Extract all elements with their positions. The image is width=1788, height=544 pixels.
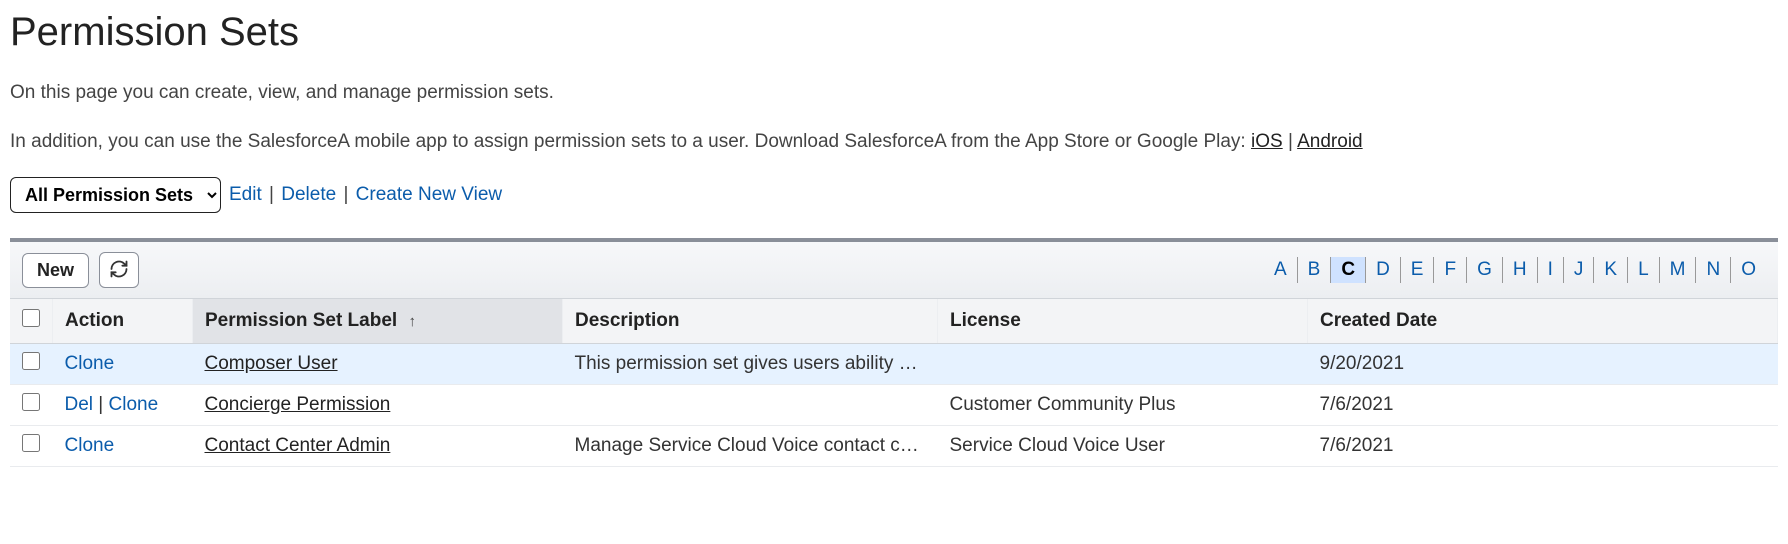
alpha-letter-o[interactable]: O (1731, 257, 1766, 283)
header-action[interactable]: Action (53, 299, 193, 344)
view-select[interactable]: All Permission Sets (10, 177, 221, 213)
created-cell: 9/20/2021 (1308, 344, 1778, 385)
view-links: Edit | Delete | Create New View (229, 184, 502, 206)
alpha-letter-f[interactable]: F (1434, 257, 1467, 283)
new-button[interactable]: New (22, 253, 89, 288)
description-cell: This permission set gives users ability … (563, 344, 938, 385)
license-cell: Service Cloud Voice User (938, 426, 1308, 467)
create-view-link[interactable]: Create New View (356, 184, 502, 205)
checkbox-cell (10, 344, 53, 385)
checkbox-cell (10, 385, 53, 426)
action-cell: Del | Clone (53, 385, 193, 426)
label-cell: Composer User (193, 344, 563, 385)
row-checkbox[interactable] (22, 393, 40, 411)
alpha-letter-h[interactable]: H (1503, 257, 1538, 283)
table-toolbar: New ABCDEFGHIJKLMNO (10, 242, 1778, 299)
alpha-letter-c[interactable]: C (1331, 257, 1366, 283)
del-link[interactable]: Del (65, 394, 94, 415)
table-row: Clone Composer User This permission set gi… (10, 344, 1778, 385)
action-cell: Clone (53, 426, 193, 467)
clone-link[interactable]: Clone (65, 353, 115, 374)
header-checkbox-cell (10, 299, 53, 344)
alpha-letter-l[interactable]: L (1628, 257, 1660, 283)
header-label-text: Permission Set Label (205, 310, 397, 331)
alpha-letter-j[interactable]: J (1564, 257, 1595, 283)
description-cell: Manage Service Cloud Voice contact c… (563, 426, 938, 467)
permission-set-link[interactable]: Composer User (205, 353, 338, 374)
android-link[interactable]: Android (1297, 131, 1363, 152)
alpha-letter-a[interactable]: A (1264, 257, 1298, 283)
label-cell: Concierge Permission (193, 385, 563, 426)
clone-link[interactable]: Clone (65, 435, 115, 456)
action-cell: Clone (53, 344, 193, 385)
link-separator: | (269, 184, 274, 205)
link-separator: | (1288, 131, 1297, 152)
alpha-letter-d[interactable]: D (1366, 257, 1401, 283)
license-cell: Customer Community Plus (938, 385, 1308, 426)
intro2-text: In addition, you can use the SalesforceA… (10, 131, 1251, 152)
alpha-letter-g[interactable]: G (1467, 257, 1503, 283)
action-separator: | (93, 394, 109, 415)
header-created[interactable]: Created Date (1308, 299, 1778, 344)
select-all-checkbox[interactable] (22, 309, 40, 327)
created-cell: 7/6/2021 (1308, 426, 1778, 467)
row-checkbox[interactable] (22, 352, 40, 370)
license-cell (938, 344, 1308, 385)
header-description[interactable]: Description (563, 299, 938, 344)
description-cell (563, 385, 938, 426)
sort-ascending-icon: ↑ (408, 313, 416, 330)
clone-link[interactable]: Clone (109, 394, 159, 415)
refresh-icon (109, 259, 129, 282)
header-license[interactable]: License (938, 299, 1308, 344)
intro-paragraph-2: In addition, you can use the SalesforceA… (10, 129, 1778, 156)
row-checkbox[interactable] (22, 434, 40, 452)
table-container: New ABCDEFGHIJKLMNO (10, 238, 1778, 467)
alpha-filter: ABCDEFGHIJKLMNO (1264, 257, 1766, 283)
permission-set-link[interactable]: Concierge Permission (205, 394, 391, 415)
refresh-button[interactable] (99, 252, 139, 288)
edit-view-link[interactable]: Edit (229, 184, 262, 205)
delete-view-link[interactable]: Delete (281, 184, 336, 205)
table-row: Del | Clone Concierge Permission Customer … (10, 385, 1778, 426)
alpha-letter-k[interactable]: K (1594, 257, 1628, 283)
alpha-letter-e[interactable]: E (1401, 257, 1435, 283)
view-controls: All Permission Sets Edit | Delete | Crea… (10, 177, 1778, 213)
checkbox-cell (10, 426, 53, 467)
alpha-letter-n[interactable]: N (1696, 257, 1731, 283)
alpha-letter-b[interactable]: B (1298, 257, 1332, 283)
intro-paragraph-1: On this page you can create, view, and m… (10, 80, 1778, 107)
alpha-letter-m[interactable]: M (1660, 257, 1697, 283)
link-separator: | (343, 184, 348, 205)
table-row: Clone Contact Center Admin Manage Service … (10, 426, 1778, 467)
created-cell: 7/6/2021 (1308, 385, 1778, 426)
permission-sets-table: Action Permission Set Label ↑ Descriptio… (10, 299, 1778, 467)
page-title: Permission Sets (10, 10, 1778, 55)
permission-set-link[interactable]: Contact Center Admin (205, 435, 391, 456)
alpha-letter-i[interactable]: I (1538, 257, 1564, 283)
ios-link[interactable]: iOS (1251, 131, 1283, 152)
header-label[interactable]: Permission Set Label ↑ (193, 299, 563, 344)
label-cell: Contact Center Admin (193, 426, 563, 467)
